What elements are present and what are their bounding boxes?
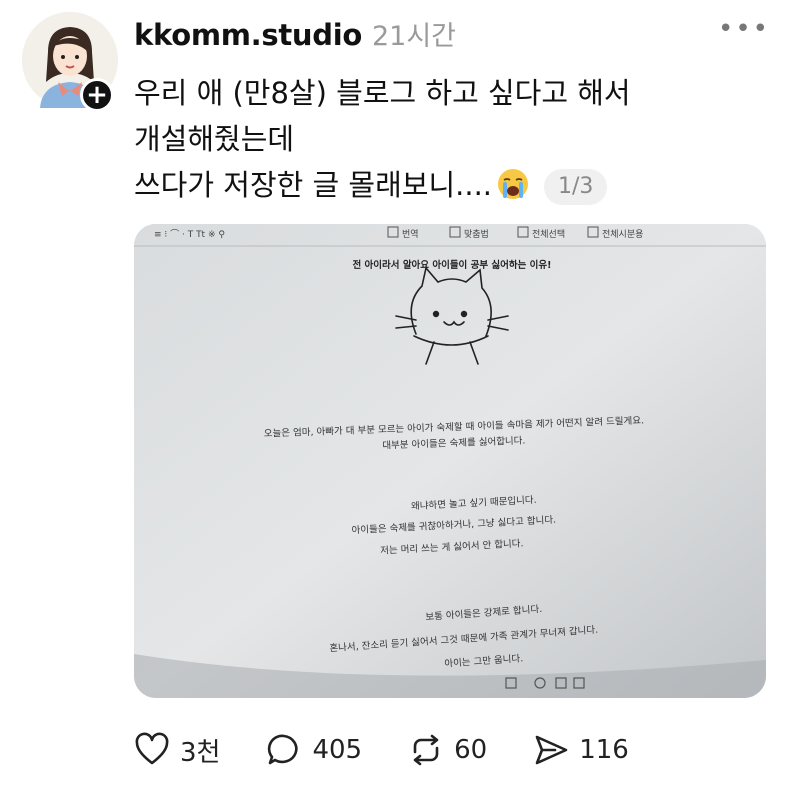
repost-button[interactable]: 60 (408, 732, 487, 768)
post-line: 개설해줬는데 (134, 122, 295, 156)
share-count: 116 (579, 735, 629, 765)
image-counter: 1/3 (544, 169, 608, 205)
share-button[interactable]: 116 (533, 732, 629, 768)
blog-title: 전 아이라서 알아요 아이들이 공부 싫어하는 이유! (353, 259, 552, 271)
timestamp: 21시간 (371, 21, 457, 52)
username[interactable]: kkomm.studio (134, 18, 362, 52)
post-line: 쓰다가 저장한 글 몰래보니.... (134, 168, 493, 202)
like-count: 3천 (180, 737, 221, 768)
post-header: kkomm.studio 21시간 (134, 14, 456, 54)
repost-icon (413, 734, 439, 766)
heart-icon (135, 732, 169, 765)
share-icon (535, 735, 568, 765)
comment-count: 405 (312, 735, 363, 765)
action-bar: 3천 405 60 116 (134, 728, 675, 772)
toolbar-item: 번역 (402, 229, 419, 240)
post-line-last: 쓰다가 저장한 글 몰래보니.... 1/3 (134, 162, 754, 208)
photo-content: ≡ ⁝ ⌒ · T Tt ※ ⚲ 번역 맞춤법 전체선택 전체시분용 전 아이라… (134, 224, 766, 698)
post-photo[interactable]: ≡ ⁝ ⌒ · T Tt ※ ⚲ 번역 맞춤법 전체선택 전체시분용 전 아이라… (134, 224, 766, 698)
comment-icon (268, 734, 299, 765)
post-text: 우리 애 (만8살) 블로그 하고 싶다고 해서 개설해줬는데 쓰다가 저장한 … (134, 70, 754, 208)
repost-count: 60 (454, 735, 488, 765)
follow-button[interactable]: + (80, 78, 114, 112)
crying-emoji-icon (498, 169, 529, 199)
toolbar-item: 전체선택 (532, 229, 565, 240)
svg-text:≡ ⁝ ⌒ · T Tt ※ ⚲: ≡ ⁝ ⌒ · T Tt ※ ⚲ (154, 229, 225, 240)
more-options-icon[interactable]: ••• (718, 14, 770, 44)
like-button[interactable]: 3천 (134, 732, 220, 769)
comment-button[interactable]: 405 (266, 732, 362, 768)
toolbar-item: 맞춤법 (464, 228, 489, 240)
post-line: 우리 애 (만8살) 블로그 하고 싶다고 해서 (134, 76, 631, 110)
toolbar-item: 전체시분용 (602, 229, 643, 240)
